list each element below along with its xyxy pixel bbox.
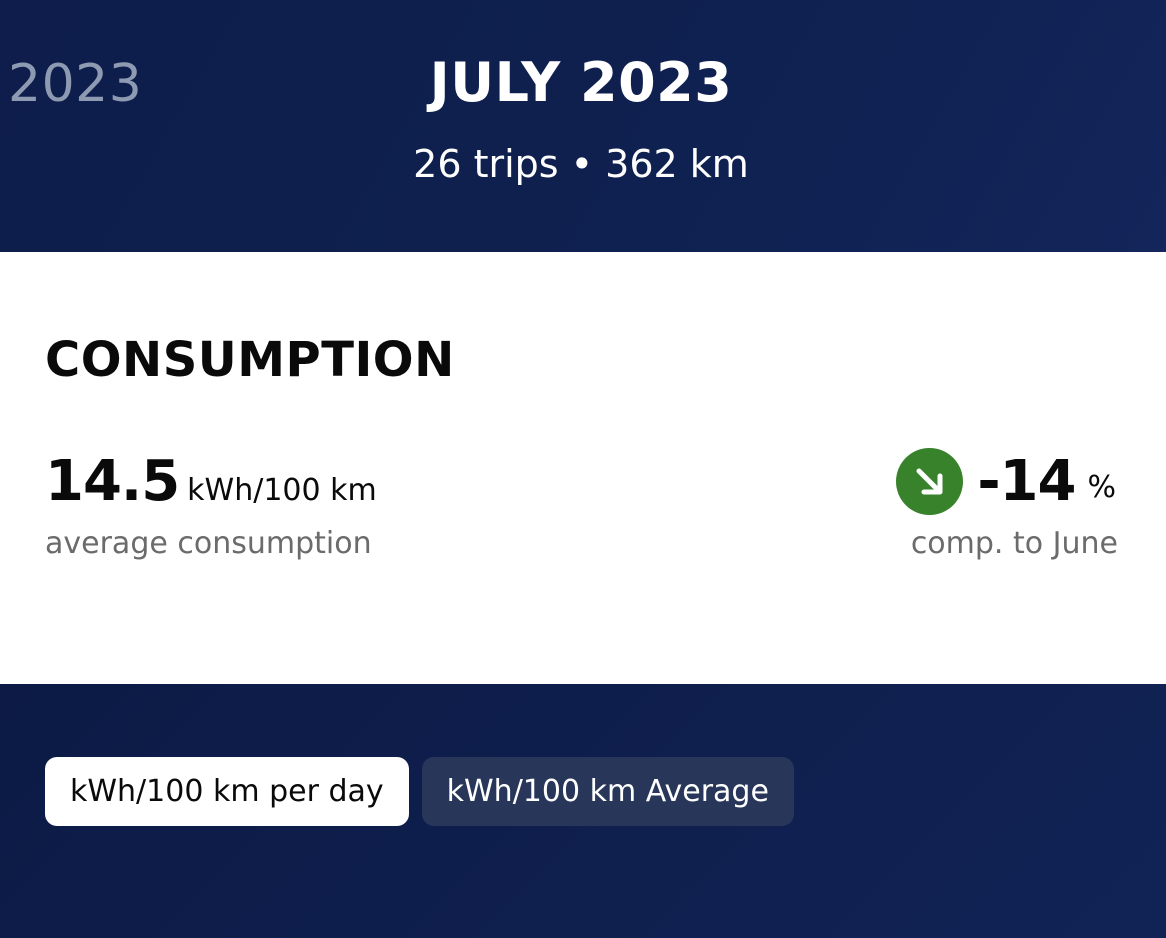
comparison-value: -14 — [977, 448, 1076, 514]
chart-section: kWh/100 km per day kWh/100 km Average — [0, 684, 1166, 938]
average-consumption: 14.5 kWh/100 km — [45, 450, 377, 514]
consumption-card: CONSUMPTION 14.5 kWh/100 km average consu… — [0, 252, 1166, 684]
average-value: 14.5 — [45, 449, 180, 514]
chart-mode-toggle: kWh/100 km per day kWh/100 km Average — [45, 757, 794, 826]
arrow-down-right-icon — [896, 448, 964, 515]
month-header: 2023 JULY 2023 26 trips • 362 km — [0, 0, 1166, 252]
comparison-unit: % — [1087, 470, 1116, 505]
toggle-per-day[interactable]: kWh/100 km per day — [45, 757, 409, 826]
average-unit: kWh/100 km — [187, 473, 377, 508]
month-title: JULY 2023 — [429, 51, 733, 114]
toggle-average[interactable]: kWh/100 km Average — [421, 757, 794, 826]
comparison: -14 % — [896, 448, 1116, 515]
consumption-page: 2023 JULY 2023 26 trips • 362 km CONSUMP… — [0, 0, 1166, 938]
average-label: average consumption — [45, 526, 372, 561]
comparison-label: comp. to June — [910, 526, 1118, 561]
trip-summary: 26 trips • 362 km — [413, 142, 749, 186]
card-title: CONSUMPTION — [45, 332, 455, 388]
